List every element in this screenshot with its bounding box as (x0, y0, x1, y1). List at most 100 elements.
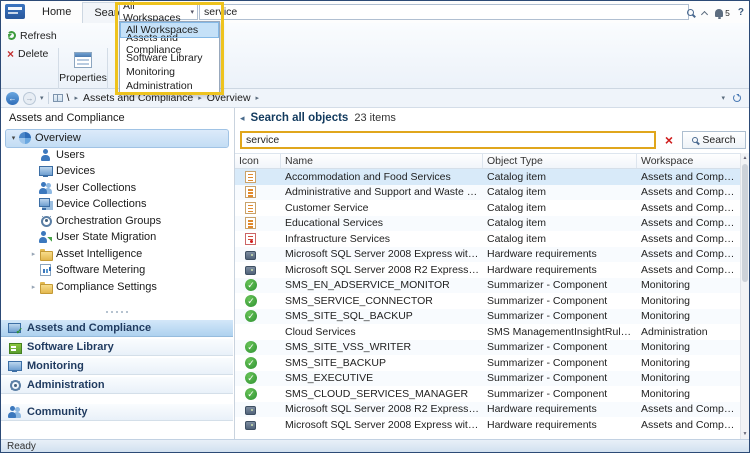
sidebar-item-users[interactable]: Users (6, 147, 228, 164)
history-chevron-icon[interactable]: ▾ (40, 94, 44, 102)
sidebar-item-devices[interactable]: Devices (6, 163, 228, 180)
forward-button[interactable]: → (23, 92, 36, 105)
table-row-sms-cloud-services-manager[interactable]: SMS_CLOUD_SERVICES_MANAGERSummarizer - C… (235, 386, 740, 402)
table-row-infrastructure-services[interactable]: Infrastructure ServicesCatalog itemAsset… (235, 231, 740, 247)
sidebar-item-user-state-migration[interactable]: User State Migration (6, 229, 228, 246)
results-header: ◂ Search all objects 23 items (235, 108, 749, 128)
hw-icon (245, 251, 256, 260)
sidebar-item-asset-intelligence[interactable]: ▸ Asset Intelligence (6, 246, 228, 263)
table-row-microsoft-sql-server-2008-r2-express-with-advance[interactable]: Microsoft SQL Server 2008 R2 Express wit… (235, 402, 740, 418)
workspace-option-monitoring[interactable]: Monitoring (121, 65, 218, 79)
notifications-bell-icon[interactable]: 5 (715, 8, 730, 18)
workspace-option-assets-and-compliance[interactable]: Assets and Compliance (121, 37, 218, 51)
collapse-pane-icon[interactable]: ◂ (240, 113, 245, 124)
search-icon[interactable] (687, 9, 694, 16)
column-header-name[interactable]: Name (281, 154, 483, 168)
comp-icon (245, 310, 257, 322)
console-pane-icon (53, 94, 63, 102)
table-row-administrative-and-support-and-waste-management[interactable]: Administrative and Support and Waste Man… (235, 185, 740, 201)
table-row-microsoft-sql-server-2008-express-with-advanced-s[interactable]: Microsoft SQL Server 2008 Express with A… (235, 247, 740, 263)
tree-expander-icon[interactable]: ▸ (28, 283, 39, 291)
sidebar-item-device-collections[interactable]: Device Collections (6, 196, 228, 213)
sidebar-item-software-metering[interactable]: Software Metering (6, 262, 228, 279)
column-header-icon[interactable]: Icon (235, 154, 281, 168)
help-icon[interactable]: ? (738, 7, 744, 18)
row-object-type-cell: Summarizer - Component (483, 310, 637, 322)
tree-expander-icon[interactable]: ▾ (8, 134, 19, 142)
breadcrumb-root[interactable]: \ (67, 92, 70, 104)
scroll-down-icon[interactable]: ▼ (741, 429, 749, 439)
row-icon-cell (235, 171, 281, 183)
row-icon-cell (235, 341, 281, 353)
folder-icon (39, 248, 52, 260)
recent-locations-icon[interactable]: ▾ (721, 94, 725, 102)
table-row-educational-services[interactable]: Educational ServicesCatalog itemAssets a… (235, 216, 740, 232)
refresh-view-icon[interactable] (733, 94, 741, 102)
refresh-button[interactable]: Refresh (4, 28, 60, 43)
table-row-sms-site-backup[interactable]: SMS_SITE_BACKUPSummarizer - ComponentMon… (235, 355, 740, 371)
pane-splitter[interactable] (1, 308, 233, 315)
address-bar: ← → ▾ \ ▸ Assets and Compliance ▸ Overvi… (1, 89, 749, 108)
configuration-manager-window: Home Search All Workspaces ▾ service 5 ?… (0, 0, 750, 453)
table-row-sms-en-adservice-monitor[interactable]: SMS_EN_ADSERVICE_MONITORSummarizer - Com… (235, 278, 740, 294)
back-button[interactable]: ← (6, 92, 19, 105)
delete-button[interactable]: × Delete (4, 46, 51, 61)
row-icon-cell (235, 295, 281, 307)
tab-home[interactable]: Home (31, 2, 82, 23)
catalog-icon (245, 171, 256, 183)
tree-item-label: Users (56, 149, 85, 161)
notification-count: 5 (725, 8, 730, 18)
workspace-button-software-library[interactable]: Software Library (1, 338, 233, 356)
table-row-sms-site-vss-writer[interactable]: SMS_SITE_VSS_WRITERSummarizer - Componen… (235, 340, 740, 356)
workspace-button-community[interactable]: Community (1, 403, 233, 421)
results-title: Search all objects (251, 112, 349, 124)
vertical-scrollbar[interactable]: ▲ ▼ (740, 153, 749, 439)
scroll-up-icon[interactable]: ▲ (741, 153, 749, 163)
tree-item-label: Overview (35, 132, 81, 144)
row-workspace-cell: Assets and Compliance (637, 171, 740, 183)
workspace-scope-dropdown[interactable]: All Workspaces ▾ (119, 4, 198, 20)
search-criteria-input[interactable]: service (240, 131, 656, 149)
global-search-input[interactable]: service (199, 4, 689, 20)
tree-item-label: Asset Intelligence (56, 248, 142, 260)
row-object-type-cell: Summarizer - Component (483, 279, 637, 291)
row-icon-cell (235, 264, 281, 275)
table-row-cloud-services[interactable]: Cloud ServicesSMS ManagementInsightRuleG… (235, 324, 740, 340)
row-workspace-cell: Assets and Compliance (637, 202, 740, 214)
workspace-button-label: Software Library (27, 341, 114, 353)
clear-search-button[interactable]: × (660, 131, 678, 149)
table-row-sms-service-connector[interactable]: SMS_SERVICE_CONNECTORSummarizer - Compon… (235, 293, 740, 309)
table-row-sms-executive[interactable]: SMS_EXECUTIVESummarizer - ComponentMonit… (235, 371, 740, 387)
workspace-button-assets-and-compliance[interactable]: Assets and Compliance (1, 319, 233, 337)
workspace-button-administration[interactable]: Administration (1, 376, 233, 394)
status-text: Ready (7, 441, 36, 452)
row-name-cell: Cloud Services (281, 326, 483, 338)
table-row-sms-site-sql-backup[interactable]: SMS_SITE_SQL_BACKUPSummarizer - Componen… (235, 309, 740, 325)
sidebar-item-compliance-settings[interactable]: ▸ Compliance Settings (6, 279, 228, 296)
row-icon-cell (235, 310, 281, 322)
row-workspace-cell: Monitoring (637, 357, 740, 369)
search-button[interactable]: Search (682, 131, 746, 149)
tree-item-label: Compliance Settings (56, 281, 157, 293)
row-icon-cell (235, 388, 281, 400)
sidebar-tree: ▾ Overview Users DevicesUser CollectionsDev… (1, 130, 233, 295)
sidebar-item-user-collections[interactable]: User Collections (6, 180, 228, 197)
row-workspace-cell: Assets and Compliance (637, 403, 740, 415)
workspace-option-administration[interactable]: Administration (121, 79, 218, 93)
table-row-customer-service[interactable]: Customer ServiceCatalog itemAssets and C… (235, 200, 740, 216)
scrollbar-thumb[interactable] (742, 164, 748, 282)
column-header-object-type[interactable]: Object Type (483, 154, 637, 168)
ribbon-collapse-icon[interactable] (702, 9, 707, 17)
tree-item-label: Orchestration Groups (56, 215, 161, 227)
chart-icon (39, 264, 52, 276)
table-row-accommodation-and-food-services[interactable]: Accommodation and Food ServicesCatalog i… (235, 169, 740, 185)
row-name-cell: SMS_SITE_BACKUP (281, 357, 483, 369)
table-row-microsoft-sql-server-2008-express-with-advanced-s[interactable]: Microsoft SQL Server 2008 Express with A… (235, 417, 740, 433)
column-header-workspace[interactable]: Workspace (637, 154, 740, 168)
sidebar-item-orchestration-groups[interactable]: Orchestration Groups (6, 213, 228, 230)
app-icon[interactable] (5, 4, 25, 19)
tree-expander-icon[interactable]: ▸ (28, 250, 39, 258)
sidebar-item-overview[interactable]: ▾ Overview (6, 130, 228, 147)
workspace-button-monitoring[interactable]: Monitoring (1, 357, 233, 375)
table-row-microsoft-sql-server-2008-r2-express-with-advance[interactable]: Microsoft SQL Server 2008 R2 Express wit… (235, 262, 740, 278)
